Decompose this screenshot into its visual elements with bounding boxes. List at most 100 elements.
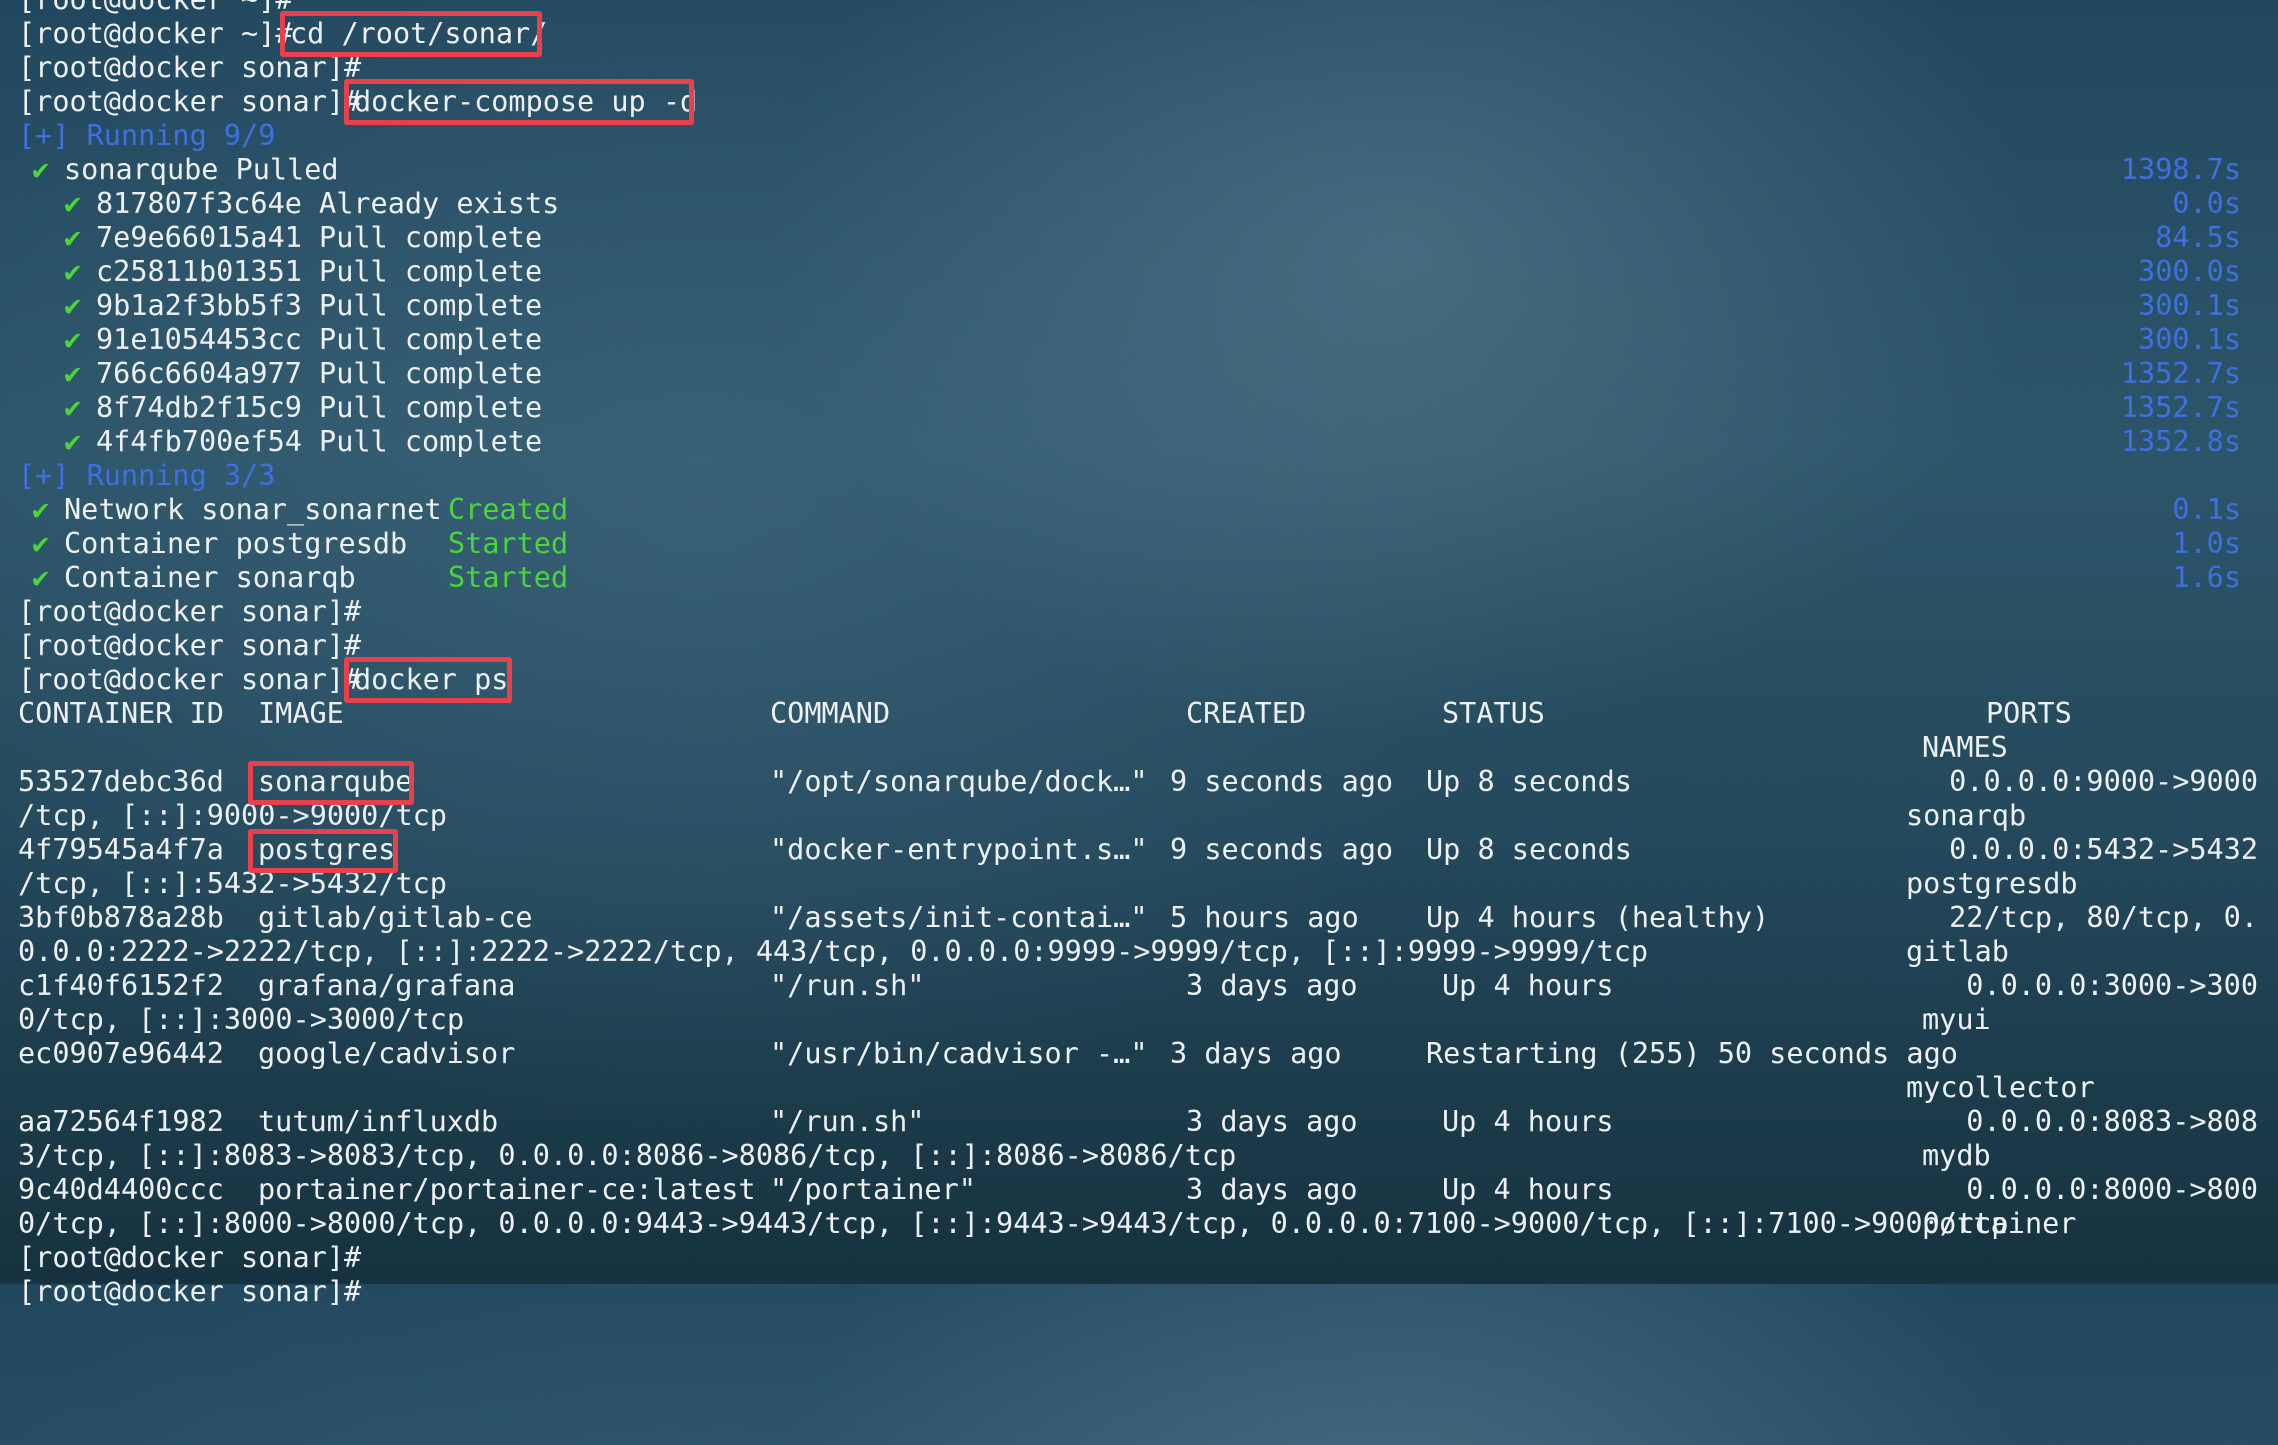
image-name: portainer/portainer-ce:latest: [258, 1173, 756, 1206]
service-line: ✔ Network sonar_sonarnet Created 0.1s: [0, 493, 2278, 527]
status-text: Up 4 hours: [1442, 1105, 1614, 1138]
ps-header-row: CONTAINER ID IMAGE COMMAND CREATED STATU…: [0, 697, 2278, 731]
terminal-line: ✔ sonarqube Pulled 1398.7s: [0, 153, 2278, 187]
cd-command: cd /root/sonar/: [290, 17, 548, 50]
elapsed-time: 1.0s: [2172, 527, 2241, 560]
elapsed-time: 0.1s: [2172, 493, 2241, 526]
layer-line: ✔ 91e1054453cc Pull complete 300.1s: [0, 323, 2278, 357]
layer-line: ✔ 817807f3c64e Already exists 0.0s: [0, 187, 2278, 221]
checkmark-icon: ✔: [32, 527, 50, 560]
container-name: sonarqb: [1906, 799, 2027, 832]
terminal-line: [root@docker sonar]#: [0, 595, 2278, 629]
checkmark-icon: ✔: [32, 493, 50, 526]
terminal-line: [root@docker sonar]#: [0, 629, 2278, 663]
container-id: 4f79545a4f7a: [18, 833, 224, 866]
ports-text: 0.0.0.0:8083->808: [1966, 1105, 2258, 1138]
service-status: Started: [448, 561, 569, 594]
checkmark-icon: ✔: [64, 187, 82, 220]
table-row: c1f40f6152f2 grafana/grafana "/run.sh" 3…: [0, 969, 2278, 1003]
container-name: portainer: [1922, 1207, 2077, 1240]
status-text: Up 4 hours: [1442, 1173, 1614, 1206]
elapsed-time: 300.1s: [2138, 289, 2241, 322]
header-command: COMMAND: [770, 697, 891, 730]
layer-status: 4f4fb700ef54 Pull complete: [96, 425, 543, 458]
shell-prompt: [root@docker sonar]#: [18, 51, 362, 84]
command-text: "/run.sh": [770, 1105, 925, 1138]
shell-prompt: [root@docker sonar]#: [18, 1241, 362, 1274]
terminal-line: [root@docker sonar]#: [0, 51, 2278, 85]
running-label: [+] Running 3/3: [18, 459, 276, 492]
terminal-window[interactable]: [root@docker ~]# [root@docker ~]# cd /ro…: [0, 0, 2278, 1308]
image-name: grafana/grafana: [258, 969, 516, 1002]
layer-line: ✔ c25811b01351 Pull complete 300.0s: [0, 255, 2278, 289]
command-text: "/assets/init-contai…": [770, 901, 1148, 934]
terminal-line: [root@docker ~]#: [0, 0, 2278, 17]
ports-text: 0.0.0.0:9000->9000: [1949, 765, 2258, 798]
terminal-line: [+] Running 9/9: [0, 119, 2278, 153]
ports-text: 22/tcp, 80/tcp, 0.: [1949, 901, 2258, 934]
elapsed-time: 1.6s: [2172, 561, 2241, 594]
terminal-line: [root@docker sonar]# docker-compose up -…: [0, 85, 2278, 119]
table-row-continuation: 0.0.0:2222->2222/tcp, [::]:2222->2222/tc…: [0, 935, 2278, 969]
terminal-line: [root@docker sonar]#: [0, 1275, 2278, 1309]
service-line: ✔ Container postgresdb Started 1.0s: [0, 527, 2278, 561]
ports-text: 3/tcp, [::]:8083->8083/tcp, 0.0.0.0:8086…: [18, 1139, 1237, 1172]
command-text: "/portainer": [770, 1173, 976, 1206]
checkmark-icon: ✔: [64, 255, 82, 288]
layer-line: ✔ 9b1a2f3bb5f3 Pull complete 300.1s: [0, 289, 2278, 323]
table-row-continuation: mycollector: [0, 1071, 2278, 1105]
elapsed-time: 1398.7s: [2120, 153, 2241, 186]
checkmark-icon: ✔: [64, 323, 82, 356]
container-name: mydb: [1922, 1139, 1991, 1172]
elapsed-time: 1352.7s: [2120, 357, 2241, 390]
table-row: ec0907e96442 google/cadvisor "/usr/bin/c…: [0, 1037, 2278, 1071]
command-text: "/usr/bin/cadvisor -…": [770, 1037, 1148, 1070]
service-name: Container postgresdb: [64, 527, 408, 560]
image-name: tutum/influxdb: [258, 1105, 499, 1138]
status-text: Up 8 seconds: [1426, 765, 1632, 798]
shell-prompt: [root@docker sonar]#: [18, 1275, 362, 1308]
table-row-continuation: /tcp, [::]:5432->5432/tcp postgresdb: [0, 867, 2278, 901]
elapsed-time: 1352.8s: [2120, 425, 2241, 458]
checkmark-icon: ✔: [32, 561, 50, 594]
layer-status: 766c6604a977 Pull complete: [96, 357, 543, 390]
shell-prompt: [root@docker ~]#: [18, 0, 293, 17]
ps-header-row: NAMES: [0, 731, 2278, 765]
service-status: Created: [448, 493, 569, 526]
layer-line: ✔ 766c6604a977 Pull complete 1352.7s: [0, 357, 2278, 391]
pull-title: sonarqube Pulled: [64, 153, 339, 186]
image-name: postgres: [258, 833, 396, 866]
container-name: postgresdb: [1906, 867, 2078, 900]
created-text: 3 days ago: [1186, 1105, 1358, 1138]
layer-status: 817807f3c64e Already exists: [96, 187, 560, 220]
command-text: "/opt/sonarqube/dock…": [770, 765, 1148, 798]
container-name: gitlab: [1906, 935, 2009, 968]
ps-command: docker ps: [354, 663, 509, 696]
header-status: STATUS: [1442, 697, 1545, 730]
elapsed-time: 300.1s: [2138, 323, 2241, 356]
header-container-id: CONTAINER ID: [18, 697, 224, 730]
checkmark-icon: ✔: [64, 221, 82, 254]
created-text: 5 hours ago: [1170, 901, 1359, 934]
ports-text: 0.0.0.0:8000->800: [1966, 1173, 2258, 1206]
status-text: Restarting (255) 50 seconds ago: [1426, 1037, 1958, 1070]
table-row: 3bf0b878a28b gitlab/gitlab-ce "/assets/i…: [0, 901, 2278, 935]
container-name: myui: [1922, 1003, 1991, 1036]
container-id: 53527debc36d: [18, 765, 224, 798]
command-text: "/run.sh": [770, 969, 925, 1002]
shell-prompt: [root@docker sonar]#: [18, 629, 362, 662]
elapsed-time: 0.0s: [2172, 187, 2241, 220]
ports-text: /tcp, [::]:5432->5432/tcp: [18, 867, 447, 900]
terminal-line: [root@docker sonar]#: [0, 1241, 2278, 1275]
header-ports: PORTS: [1986, 697, 2072, 730]
table-row-continuation: 0/tcp, [::]:3000->3000/tcp myui: [0, 1003, 2278, 1037]
container-id: ec0907e96442: [18, 1037, 224, 1070]
elapsed-time: 84.5s: [2155, 221, 2241, 254]
ports-text: 0.0.0:2222->2222/tcp, [::]:2222->2222/tc…: [18, 935, 1649, 968]
shell-prompt: [root@docker sonar]#: [18, 663, 362, 696]
table-row: 53527debc36d sonarqube "/opt/sonarqube/d…: [0, 765, 2278, 799]
created-text: 9 seconds ago: [1170, 765, 1394, 798]
layer-line: ✔ 8f74db2f15c9 Pull complete 1352.7s: [0, 391, 2278, 425]
table-row: aa72564f1982 tutum/influxdb "/run.sh" 3 …: [0, 1105, 2278, 1139]
layer-status: 8f74db2f15c9 Pull complete: [96, 391, 543, 424]
